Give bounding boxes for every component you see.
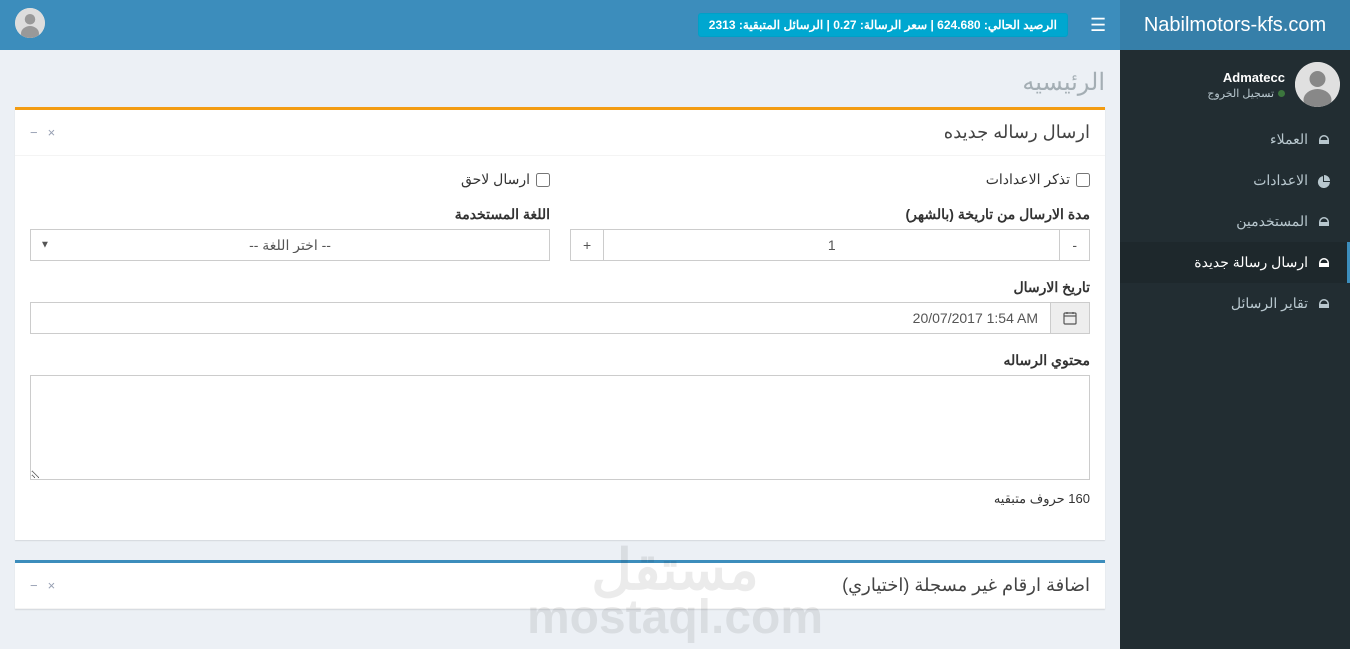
send-date-label: تاريخ الارسال <box>30 279 1090 296</box>
sidebar-item-label: العملاء <box>1270 131 1308 148</box>
sidebar-item-label: المستخدمين <box>1236 213 1308 230</box>
duration-increment-button[interactable]: + <box>570 229 603 261</box>
logout-link[interactable]: تسجيل الخروج <box>1207 87 1285 100</box>
message-content-label: محتوي الرساله <box>30 352 1090 369</box>
send-later-label: ارسال لاحق <box>461 171 530 188</box>
duration-input[interactable] <box>603 229 1060 261</box>
user-name: Admatecc <box>1207 70 1285 85</box>
duration-label: مدة الارسال من تاريخة (بالشهر) <box>570 206 1090 223</box>
sidebar-toggle[interactable]: ☰ <box>1076 0 1120 50</box>
header-avatar[interactable] <box>15 8 45 38</box>
logout-label: تسجيل الخروج <box>1207 87 1274 100</box>
sidebar-item-new-message[interactable]: ارسال رسالة جديدة <box>1120 242 1350 283</box>
page-title: الرئيسيه <box>15 68 1105 97</box>
language-label: اللغة المستخدمة <box>30 206 550 223</box>
dashboard-icon <box>1316 133 1332 147</box>
panel-close-button[interactable]: × <box>48 125 56 140</box>
dashboard-icon <box>1316 256 1332 270</box>
status-dot-icon <box>1278 90 1285 97</box>
sidebar-item-settings[interactable]: الاعدادات <box>1120 160 1350 201</box>
sidebar-item-customers[interactable]: العملاء <box>1120 119 1350 160</box>
remember-settings-checkbox[interactable]: تذكر الاعدادات <box>570 171 1090 188</box>
sidebar-item-users[interactable]: المستخدمين <box>1120 201 1350 242</box>
duration-decrement-button[interactable]: - <box>1060 229 1090 261</box>
remember-settings-input[interactable] <box>1076 173 1090 187</box>
sidebar-item-label: تقاير الرسائل <box>1231 295 1308 312</box>
avatar <box>1295 62 1340 107</box>
message-content-textarea[interactable] <box>30 375 1090 480</box>
panel-collapse-button[interactable]: − <box>30 125 38 140</box>
send-date-input[interactable] <box>30 302 1051 334</box>
sidebar-item-label: الاعدادات <box>1253 172 1308 189</box>
remember-settings-label: تذكر الاعدادات <box>986 171 1070 188</box>
sidebar-item-reports[interactable]: تقاير الرسائل <box>1120 283 1350 324</box>
calendar-icon <box>1051 302 1090 334</box>
pie-icon <box>1316 174 1332 188</box>
language-select[interactable]: -- اختر اللغة -- <box>30 229 550 261</box>
brand-logo[interactable]: Nabilmotors-kfs.com <box>1120 0 1350 50</box>
dashboard-icon <box>1316 297 1332 311</box>
panel-close-button[interactable]: × <box>48 578 56 593</box>
char-counter: 160 حروف متبقيه <box>30 491 1090 507</box>
panel-title: اضافة ارقام غير مسجلة (اختياري) <box>842 575 1090 596</box>
send-later-checkbox[interactable]: ارسال لاحق <box>30 171 550 188</box>
balance-badge: الرصيد الحالي: 624.680 | سعر الرسالة: 0.… <box>698 13 1068 37</box>
sidebar: Admatecc تسجيل الخروج العملاء الاعدادات <box>1120 50 1350 649</box>
user-panel: Admatecc تسجيل الخروج <box>1120 50 1350 119</box>
sidebar-item-label: ارسال رسالة جديدة <box>1194 254 1308 271</box>
panel-new-message: ارسال رساله جديده − × تذكر الاعدادات <box>15 107 1105 540</box>
panel-unregistered-numbers: اضافة ارقام غير مسجلة (اختياري) − × <box>15 560 1105 609</box>
hamburger-icon: ☰ <box>1090 15 1106 36</box>
panel-collapse-button[interactable]: − <box>30 578 38 593</box>
send-later-input[interactable] <box>536 173 550 187</box>
dashboard-icon <box>1316 215 1332 229</box>
panel-title: ارسال رساله جديده <box>944 122 1090 143</box>
